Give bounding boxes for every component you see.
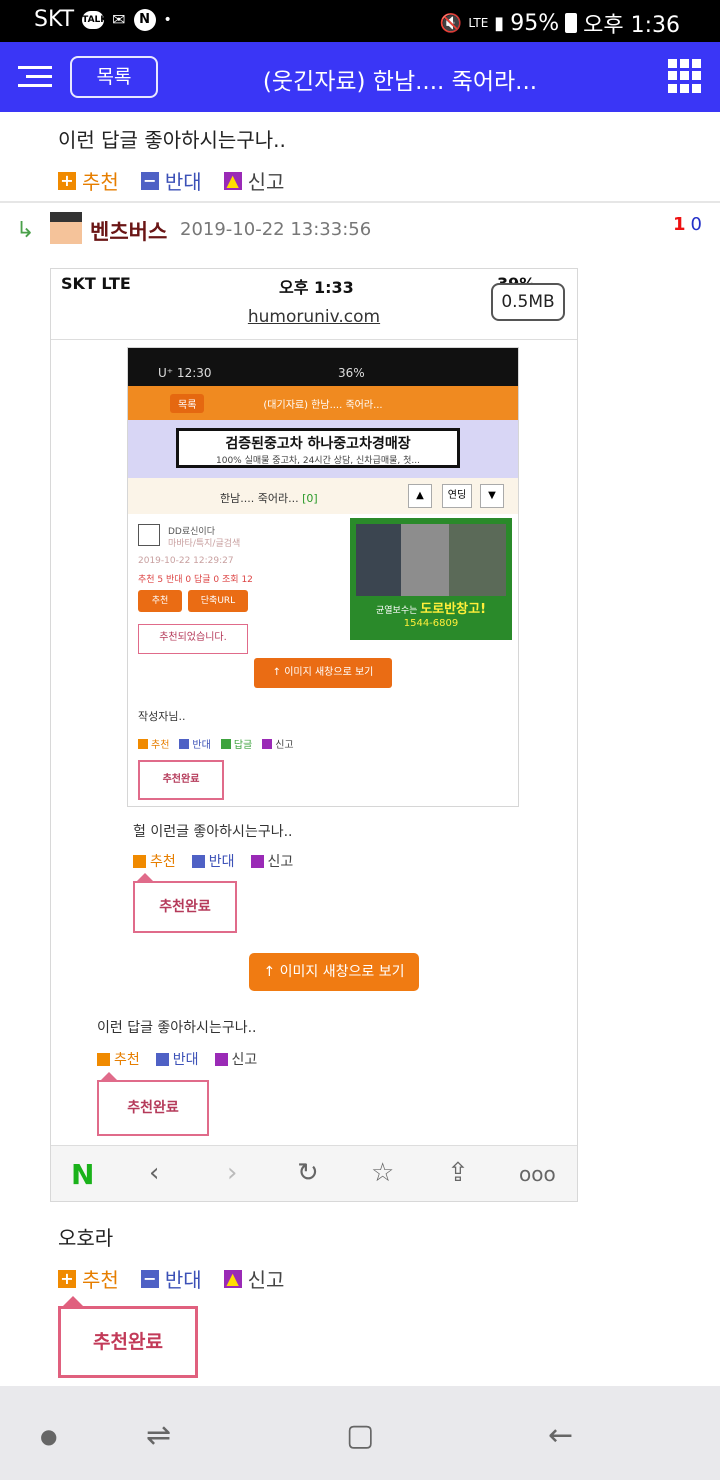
list-button[interactable]: 목록 — [70, 56, 158, 98]
minus-icon: − — [140, 171, 159, 190]
screenshot-done-arrow — [137, 873, 153, 881]
nested-ad-banner: 검증된중고차 하나중고차경매장 100% 실매물 중고차, 24시간 상담, 신… — [128, 420, 518, 478]
naver-icon: N — [133, 8, 156, 31]
recent-apps-icon[interactable]: ⇌ — [146, 1418, 171, 1453]
avatar[interactable] — [50, 212, 82, 244]
vote-counts: 10 — [673, 214, 702, 235]
nested-ad-sub: 100% 실매물 중고차, 24시간 상담, 신차급매물, 첫... — [216, 456, 420, 466]
forward-icon: › — [227, 1158, 238, 1188]
reply-arrow-icon: ↳ — [16, 218, 35, 243]
reply-report-button[interactable]: ▲ 신고 — [223, 1264, 284, 1293]
nested-date: 2019-10-22 12:29:27 — [138, 556, 234, 566]
carrier-label: SKT — [34, 7, 75, 32]
comment-divider — [0, 201, 720, 203]
nested-done-badge: 추천완료 — [138, 760, 224, 800]
nested-nav-down: ▼ — [480, 484, 504, 508]
screenshot-comment: 헐 이런글 좋아하시는구나.. — [133, 824, 293, 840]
nested-nav-up: ▲ — [408, 484, 432, 508]
siren-icon: ▲ — [223, 1269, 242, 1288]
back-icon: ‹ — [149, 1158, 160, 1188]
lte-label: LTE — [468, 16, 489, 30]
nested-author-sub: 마바타/특지/글검색 — [168, 539, 241, 549]
nested-comment: 작성자님.. — [138, 710, 186, 723]
grid-menu-icon[interactable] — [668, 59, 702, 93]
down-count: 0 — [690, 214, 702, 235]
nested-nav-mid: 연딩 — [442, 484, 472, 508]
screenshot-done-arrow-2 — [101, 1072, 117, 1080]
battery-percent: 95% — [510, 10, 560, 36]
signal-icon: ▮ — [494, 12, 505, 34]
recommend-button[interactable]: + 추천 — [58, 166, 141, 195]
nested-vote-row: 추천 반대 답글 신고 — [138, 736, 294, 751]
screenshot-carrier: SKT LTE — [61, 274, 131, 293]
attached-screenshot[interactable]: SKT LTE 오후 1:33 39% humoruniv.com 0.5MB … — [50, 268, 578, 1202]
nested-url-button: 단축URL — [188, 590, 248, 612]
comment-text: 이런 답글 좋아하시는구나.. — [58, 128, 286, 152]
notification-dot: • — [163, 11, 172, 28]
page-title: (웃긴자료) 한남.... 죽어라... — [262, 69, 538, 95]
nested-screenshot: U⁺ 12:30 36% 목록 (대기자료) 한남.... 죽어라... 검증된… — [127, 347, 519, 807]
kakaotalk-icon: TALK — [82, 10, 107, 29]
username[interactable]: 벤츠버스 — [90, 216, 167, 246]
reply-vote-row: + 추천 − 반대 ▲ 신고 — [58, 1264, 284, 1293]
up-count: 1 — [673, 214, 686, 235]
reply-oppose-button[interactable]: − 반대 — [140, 1264, 224, 1293]
clock: 오후 1:36 — [583, 13, 680, 38]
recommend-done-badge: 추천완료 — [58, 1306, 198, 1378]
reply-timestamp: 2019-10-22 13:33:56 — [180, 219, 372, 240]
plus-icon: + — [58, 171, 76, 190]
nested-status-bar: U⁺ 12:30 36% — [128, 348, 518, 386]
oppose-button[interactable]: − 반대 — [140, 166, 224, 195]
screenshot-time: 오후 1:33 — [279, 278, 354, 297]
nested-recommended-msg: 추천되었습니다. — [138, 624, 248, 654]
nested-recommend-button: 추천 — [138, 590, 182, 612]
app-header: 목록 (웃긴자료) 한남.... 죽어라... — [0, 42, 720, 112]
file-size-badge: 0.5MB — [491, 283, 565, 321]
reply-text: 오호라 — [58, 1226, 114, 1250]
reload-icon: ↻ — [297, 1158, 319, 1188]
screenshot-browser-toolbar: N ‹ › ↻ ☆ ⇪ ooo — [51, 1145, 577, 1201]
nested-ad-title: 검증된중고차 하나중고차경매장 — [225, 436, 411, 452]
screenshot-view-image-button: ↑ 이미지 새창으로 보기 — [249, 953, 419, 991]
nav-dot-icon[interactable]: ● — [40, 1424, 57, 1448]
nested-ad-photo: 균열보수는 도로반창고! 1544-6809 — [350, 518, 512, 640]
system-status-bar: SKT TALK ✉ N • 🔇 LTE ▮ 95% 오후 1:36 — [0, 0, 720, 42]
menu-icon[interactable] — [18, 66, 52, 88]
nested-stats: 추천 5 반대 0 답글 0 조회 12 — [138, 575, 253, 585]
screenshot-vote-row: 추천 반대 신고 — [133, 851, 293, 871]
system-nav-bar: ● ⇌ ▢ ← — [0, 1386, 720, 1480]
comment-vote-row: + 추천 − 반대 ▲ 신고 — [58, 166, 284, 195]
screenshot-done-badge-2: 추천완료 — [97, 1080, 209, 1136]
reply-recommend-button[interactable]: + 추천 — [58, 1264, 141, 1293]
nested-title: (대기자료) 한남.... 죽어라... — [263, 400, 383, 411]
siren-icon: ▲ — [223, 171, 242, 190]
screenshot-done-badge: 추천완료 — [133, 881, 237, 933]
share-icon: ⇪ — [447, 1158, 469, 1188]
report-button[interactable]: ▲ 신고 — [223, 166, 284, 195]
back-nav-icon[interactable]: ← — [548, 1418, 573, 1453]
nested-app-bar: 목록 (대기자료) 한남.... 죽어라... — [128, 386, 518, 420]
battery-icon — [565, 13, 578, 33]
more-icon: ooo — [519, 1162, 556, 1186]
screenshot-vote-row-2: 추천 반대 신고 — [97, 1049, 257, 1069]
minus-icon: − — [140, 1269, 159, 1288]
nested-avatar — [138, 524, 160, 546]
mute-icon: 🔇 — [439, 12, 463, 34]
nested-view-image-button: ↑ 이미지 새창으로 보기 — [254, 658, 392, 688]
screenshot-divider — [51, 339, 577, 340]
message-icon: ✉ — [112, 10, 126, 29]
star-icon: ☆ — [371, 1158, 395, 1188]
plus-icon: + — [58, 1269, 76, 1288]
screenshot-comment-2: 이런 답글 좋아하시는구나.. — [97, 1020, 257, 1036]
home-icon[interactable]: ▢ — [346, 1418, 374, 1453]
naver-n-icon: N — [71, 1158, 95, 1191]
